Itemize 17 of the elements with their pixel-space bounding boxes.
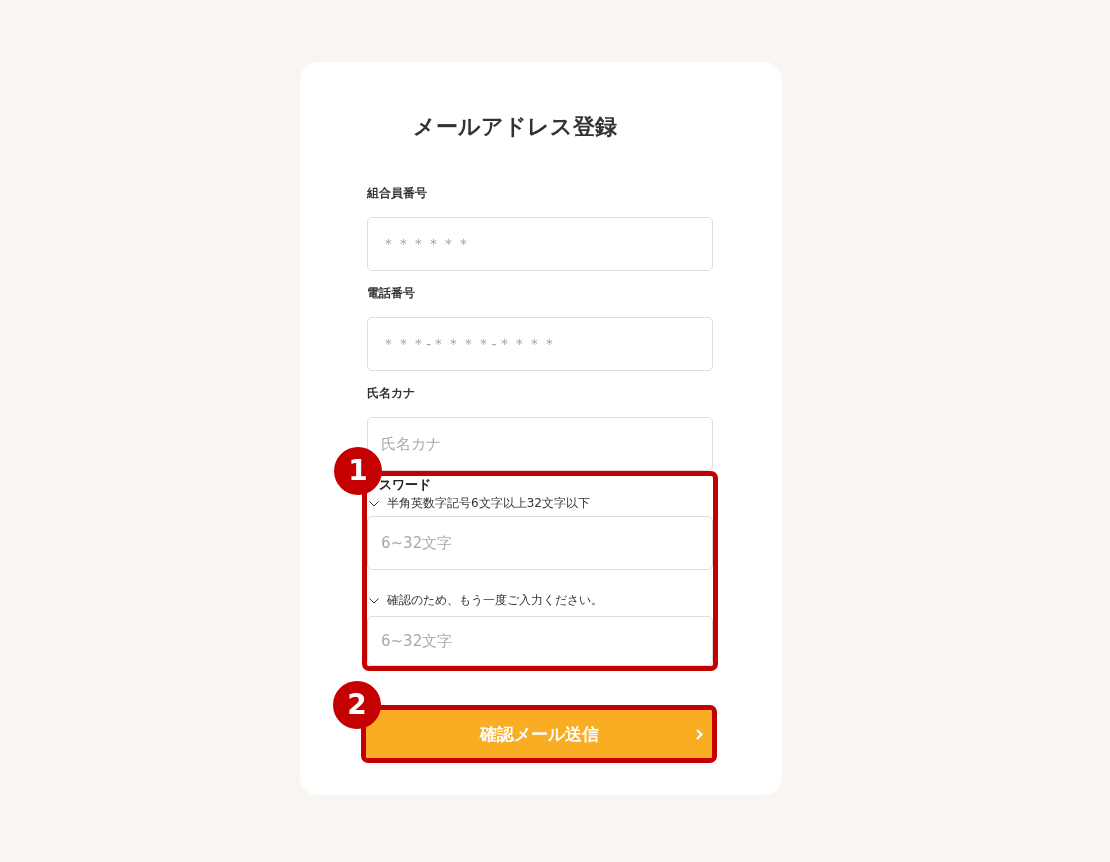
field-label: スワード <box>379 477 431 493</box>
field-label: 組合員番号 <box>367 185 427 201</box>
field-label: 氏名カナ <box>367 385 415 401</box>
send-button[interactable]: 確認メール送信 <box>366 710 712 758</box>
chevron-right-icon <box>696 729 703 740</box>
input-field[interactable]: ＊＊＊＊＊＊ <box>367 217 713 271</box>
input-field[interactable]: ＊＊＊-＊＊＊＊-＊＊＊＊ <box>367 317 713 371</box>
field-label: 電話番号 <box>367 285 415 301</box>
input-field[interactable]: 氏名カナ <box>367 417 713 471</box>
input-field[interactable]: 6~32文字 <box>367 616 713 666</box>
annotation-badge: 2 <box>333 681 381 729</box>
input-field[interactable]: 6~32文字 <box>367 516 713 570</box>
hint-text: 半角英数字記号6文字以上32文字以下 <box>387 496 590 511</box>
chevron-down-icon <box>369 500 379 507</box>
hint-text: 確認のため、もう一度ご入力ください。 <box>387 593 603 608</box>
page-title: メールアドレス登録 <box>412 113 618 141</box>
chevron-down-icon <box>369 597 379 604</box>
